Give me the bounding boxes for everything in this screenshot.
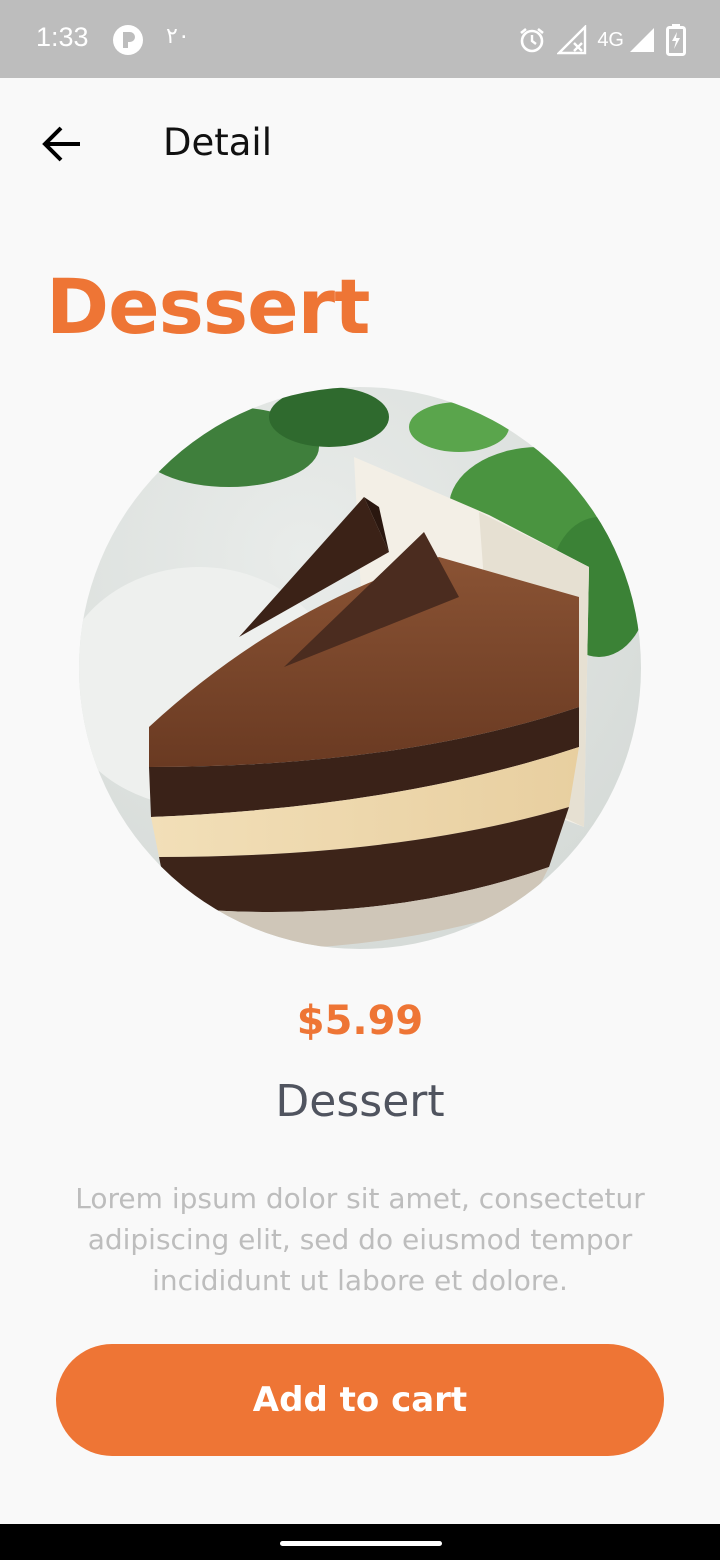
add-to-cart-button[interactable]: Add to cart [56, 1344, 664, 1456]
arrow-left-icon [34, 114, 94, 174]
app-bar: Detail [0, 78, 720, 208]
status-bar: 1:33 ٢٠ 4G [0, 0, 720, 78]
status-time: 1:33 [36, 22, 89, 52]
product-description: Lorem ipsum dolor sit amet, consectetur … [75, 1182, 645, 1297]
product-name: Dessert [275, 1076, 445, 1127]
app-bar-title: Detail [163, 121, 272, 164]
back-button[interactable] [34, 114, 94, 174]
navigation-bar [0, 1524, 720, 1560]
status-icons: 4G [517, 24, 686, 56]
alarm-icon [517, 25, 547, 55]
add-to-cart-label: Add to cart [252, 1380, 468, 1420]
page-heading: Dessert [46, 262, 370, 351]
home-indicator[interactable] [280, 1541, 442, 1546]
status-locale-text: ٢٠ [166, 24, 190, 49]
signal-off-icon [557, 25, 587, 55]
product-image [79, 387, 641, 949]
product-price: $5.99 [296, 998, 424, 1044]
battery-charging-icon [666, 24, 686, 56]
network-type: 4G [597, 28, 624, 51]
app-notification-icon [112, 24, 144, 56]
signal-icon [628, 26, 656, 54]
